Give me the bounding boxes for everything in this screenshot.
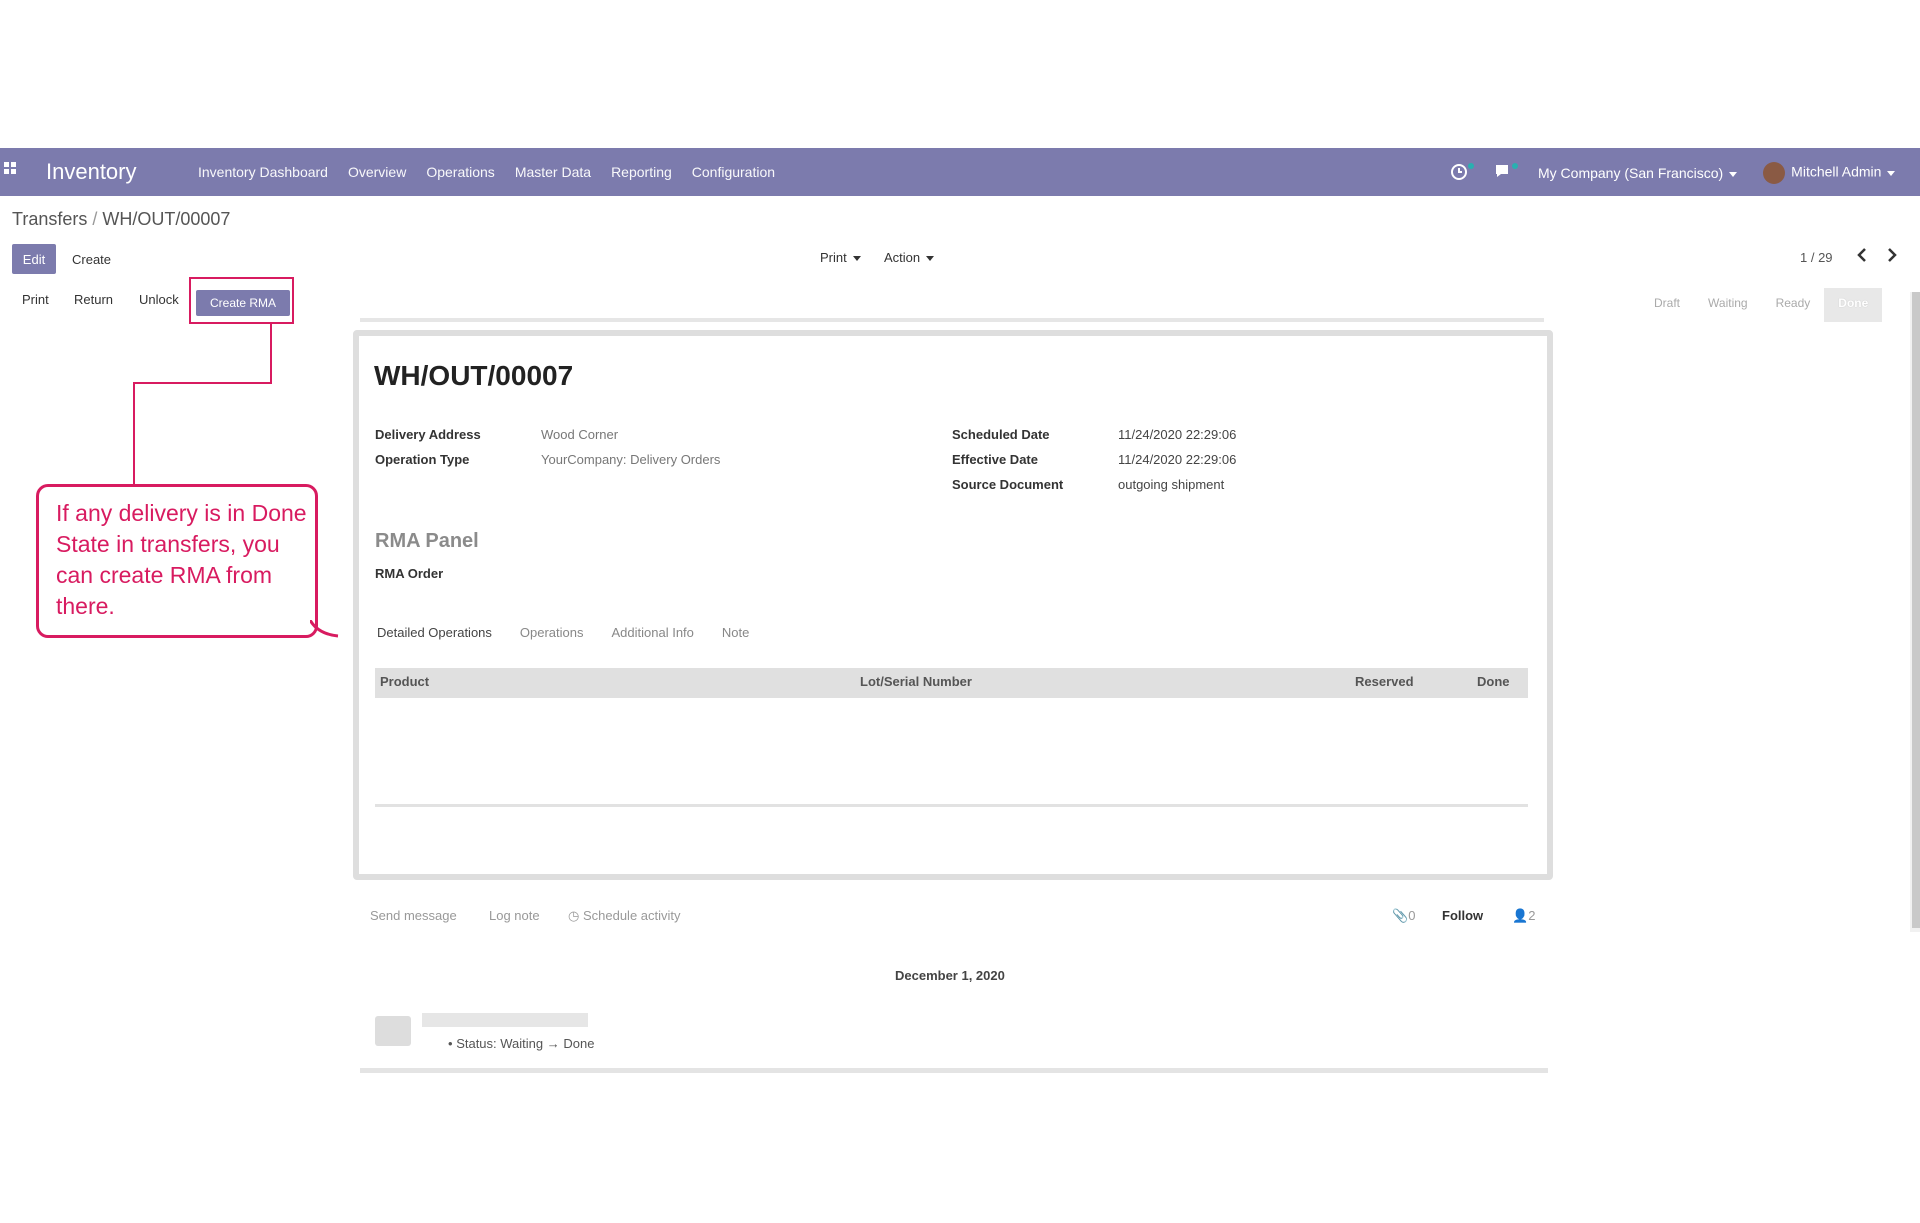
pager-value[interactable]: 1 / 29 — [1800, 250, 1833, 265]
action-dropdown[interactable]: Action — [884, 250, 935, 265]
breadcrumb-transfers[interactable]: Transfers — [12, 209, 87, 229]
chevron-left-icon[interactable] — [1852, 246, 1872, 266]
log-note-button[interactable]: Log note — [489, 908, 540, 923]
chevron-down-icon — [1729, 171, 1738, 177]
form-sheet — [353, 330, 1553, 880]
state-waiting[interactable]: Waiting — [1694, 288, 1762, 322]
company-switcher[interactable]: My Company (San Francisco) — [1538, 165, 1738, 181]
tab-operations[interactable]: Operations — [520, 625, 584, 640]
menu-master-data[interactable]: Master Data — [515, 164, 591, 180]
state-done[interactable]: Done — [1824, 288, 1883, 322]
source-document-value: outgoing shipment — [1118, 477, 1225, 492]
top-navbar: Inventory Inventory Dashboard Overview O… — [0, 148, 1920, 196]
annotation-text: If any delivery is in Done State in tran… — [56, 500, 307, 619]
avatar — [1763, 162, 1786, 184]
schedule-activity-label: Schedule activity — [582, 908, 681, 923]
attachments-button[interactable]: 📎0 — [1392, 908, 1415, 924]
state-draft[interactable]: Draft — [1640, 288, 1694, 322]
chevron-down-icon — [926, 256, 935, 262]
user-name: Mitchell Admin — [1791, 163, 1882, 180]
chevron-down-icon — [852, 256, 861, 262]
operation-type-label: Operation Type — [375, 452, 470, 467]
user-menu[interactable]: Mitchell Admin — [1763, 162, 1896, 184]
message-author-blurred — [422, 1013, 588, 1027]
navbar-right: My Company (San Francisco) Mitchell Admi… — [1450, 162, 1896, 184]
callout-connector-vertical-bottom — [133, 382, 135, 486]
state-ready[interactable]: Ready — [1762, 288, 1825, 322]
scheduled-date-value: 11/24/2020 22:29:06 — [1118, 427, 1237, 442]
column-product[interactable]: Product — [380, 674, 429, 689]
followers-button[interactable]: 👤2 — [1512, 908, 1535, 924]
attachments-count: 0 — [1408, 908, 1416, 923]
column-reserved[interactable]: Reserved — [1355, 674, 1414, 689]
create-rma-highlight — [189, 277, 294, 324]
menu-overview[interactable]: Overview — [348, 164, 406, 180]
form-tabs: Detailed Operations Operations Additiona… — [377, 625, 777, 640]
column-done[interactable]: Done — [1477, 674, 1510, 689]
chevron-right-icon[interactable] — [1882, 246, 1902, 266]
schedule-activity-button[interactable]: ◷ Schedule activity — [568, 908, 681, 924]
bullet-icon: • — [448, 1036, 453, 1051]
table-header: Product Lot/Serial Number Reserved Done — [375, 668, 1528, 698]
callout-tail-icon — [310, 620, 339, 638]
table-bottom-divider — [375, 804, 1528, 807]
company-name: My Company (San Francisco) — [1538, 165, 1724, 181]
print-button[interactable]: Print — [22, 292, 49, 307]
avatar — [375, 1016, 411, 1046]
paperclip-icon: 📎 — [1392, 908, 1409, 923]
menu-operations[interactable]: Operations — [426, 164, 494, 180]
chatter-bottom-divider — [360, 1068, 1548, 1073]
scheduled-date-label: Scheduled Date — [952, 427, 1050, 442]
tab-note[interactable]: Note — [722, 625, 749, 640]
effective-date-value: 11/24/2020 22:29:06 — [1118, 452, 1237, 467]
scrollbar-thumb[interactable] — [1912, 292, 1920, 928]
followers-count: 2 — [1528, 908, 1536, 923]
send-message-button[interactable]: Send message — [370, 908, 457, 923]
print-dropdown-label: Print — [820, 250, 847, 265]
menu-configuration[interactable]: Configuration — [692, 164, 775, 180]
chevron-down-icon — [1887, 170, 1896, 176]
operation-type-value[interactable]: YourCompany: Delivery Orders — [541, 452, 720, 467]
messages-chat-icon[interactable] — [1494, 163, 1518, 183]
follow-button[interactable]: Follow — [1442, 908, 1483, 923]
rma-order-label: RMA Order — [375, 566, 444, 581]
breadcrumb: Transfers / WH/OUT/00007 — [12, 209, 230, 230]
callout-connector-horizontal — [133, 382, 272, 384]
record-title: WH/OUT/00007 — [374, 360, 574, 391]
edit-button[interactable]: Edit — [12, 244, 56, 274]
column-lot-serial-number[interactable]: Lot/Serial Number — [860, 674, 972, 689]
status-change-text: Status: Waiting → Done — [456, 1036, 595, 1051]
main-menu: Inventory Dashboard Overview Operations … — [198, 164, 795, 180]
menu-inventory-dashboard[interactable]: Inventory Dashboard — [198, 164, 328, 180]
state-statusbar: Draft Waiting Ready Done — [1640, 288, 1883, 322]
chatter-date-separator: December 1, 2020 — [895, 968, 1005, 983]
app-name[interactable]: Inventory — [46, 159, 137, 185]
breadcrumb-separator: / — [92, 209, 98, 229]
clock-icon: ◷ — [568, 908, 580, 923]
tab-additional-info[interactable]: Additional Info — [612, 625, 694, 640]
return-button[interactable]: Return — [74, 292, 113, 307]
create-button[interactable]: Create — [64, 244, 119, 274]
apps-menu-icon[interactable] — [4, 162, 20, 178]
delivery-address-label: Delivery Address — [375, 427, 481, 442]
unlock-button[interactable]: Unlock — [139, 292, 179, 307]
print-dropdown[interactable]: Print — [820, 250, 861, 265]
effective-date-label: Effective Date — [952, 452, 1038, 467]
rma-panel-title: RMA Panel — [375, 530, 479, 552]
menu-reporting[interactable]: Reporting — [611, 164, 672, 180]
action-dropdown-label: Action — [884, 250, 921, 265]
tab-detailed-operations[interactable]: Detailed Operations — [377, 625, 492, 640]
user-icon: 👤 — [1512, 908, 1529, 923]
sheet-top-divider — [360, 318, 1544, 322]
activity-clock-icon[interactable] — [1450, 163, 1474, 183]
breadcrumb-current: WH/OUT/00007 — [102, 209, 231, 229]
callout-connector-vertical-top — [270, 324, 272, 384]
message-tracking-value: • Status: Waiting → Done — [448, 1036, 594, 1051]
delivery-address-value[interactable]: Wood Corner — [541, 427, 618, 442]
source-document-label: Source Document — [952, 477, 1064, 492]
